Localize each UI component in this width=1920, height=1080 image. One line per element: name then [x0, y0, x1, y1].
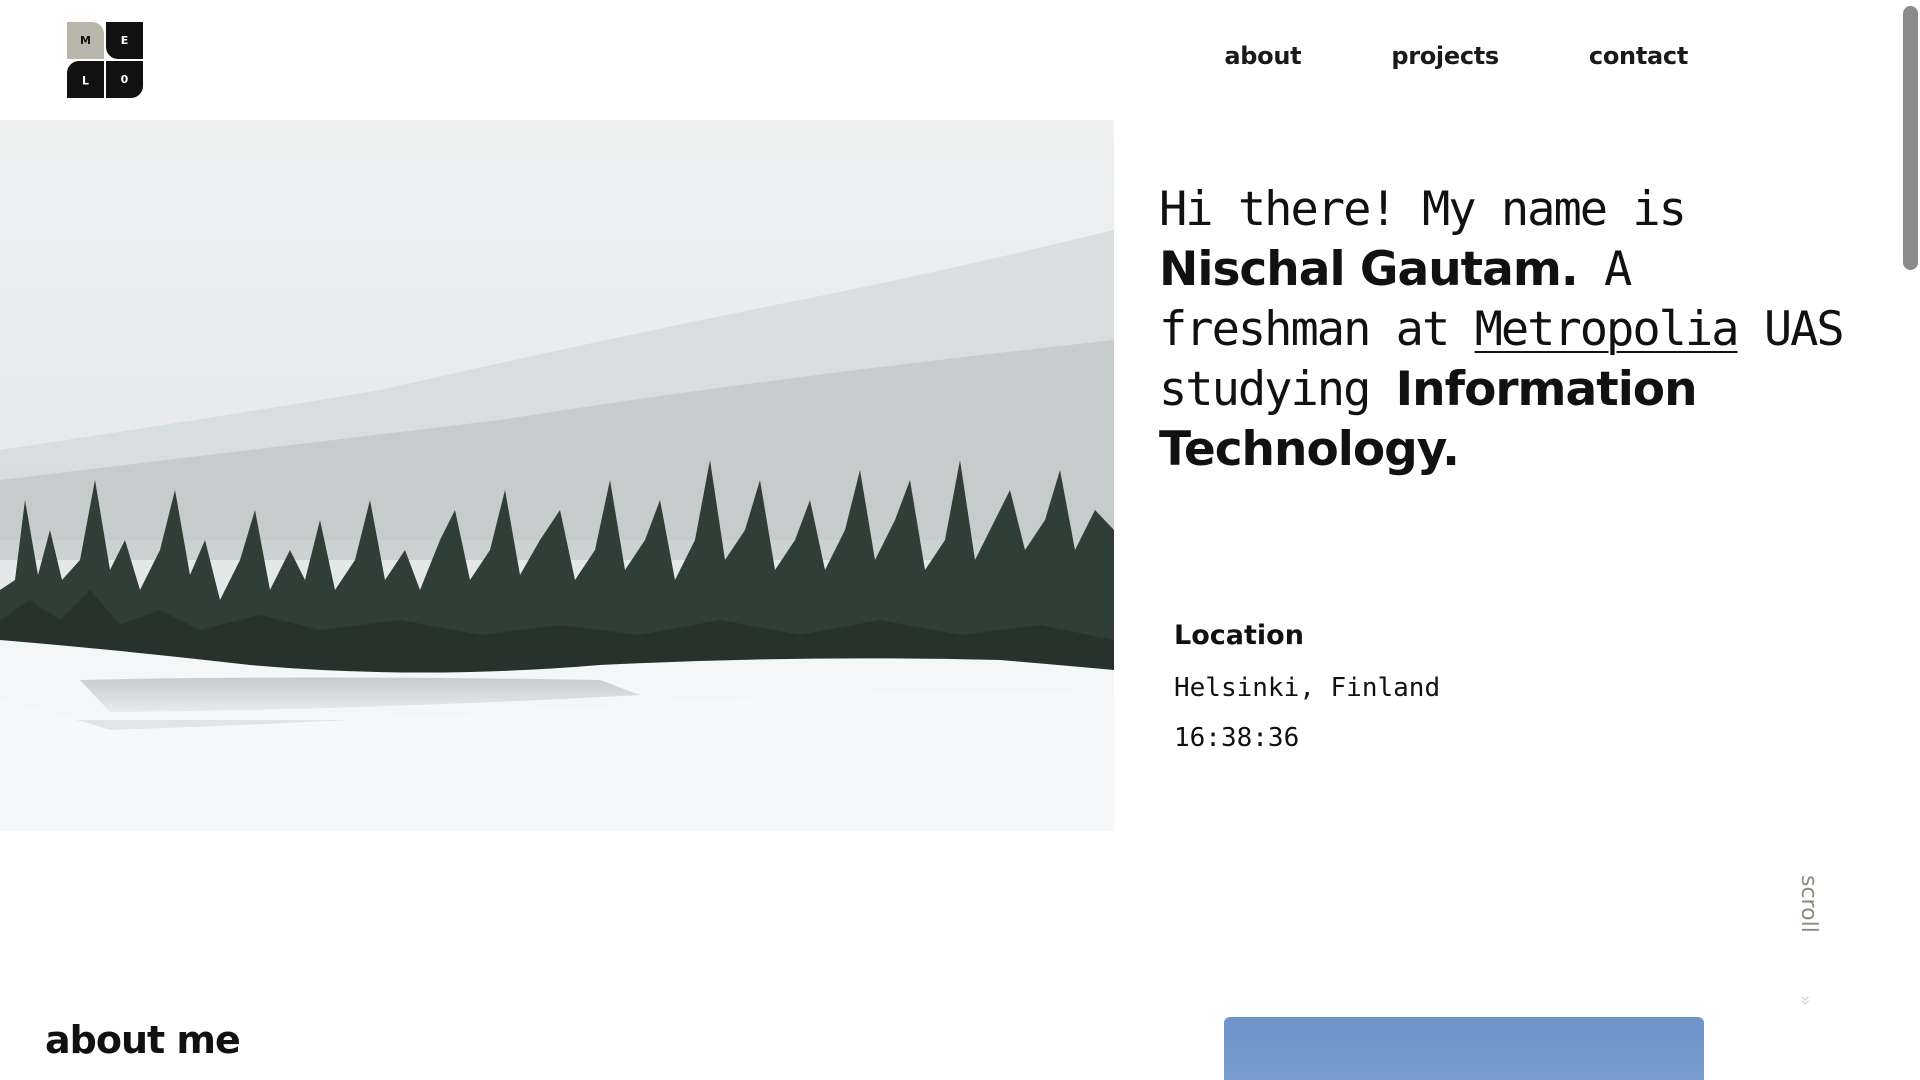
scroll-hint-label[interactable]: scroll	[1796, 875, 1821, 933]
logo-quadrant-t: ᒣ	[67, 61, 104, 98]
site-logo[interactable]: M E ᒣ 0	[67, 22, 143, 98]
snowy-forest-lake-icon	[0, 120, 1114, 831]
intro-part-1: Hi there! My name is	[1159, 182, 1687, 237]
location-block: Location Helsinki, Finland 16:38:36	[1174, 620, 1440, 753]
chevron-down-icon[interactable]: »	[1795, 995, 1816, 1006]
school-link[interactable]: Metropolia	[1475, 302, 1740, 357]
location-heading: Location	[1174, 620, 1304, 651]
nav-about-link[interactable]: about	[1224, 42, 1301, 70]
intro-name: Nischal Gautam.	[1159, 242, 1579, 297]
about-me-heading: about me	[45, 1018, 241, 1062]
nav-contact-link[interactable]: contact	[1589, 42, 1688, 70]
logo-quadrant-o: 0	[106, 61, 143, 98]
nav-projects-link[interactable]: projects	[1391, 42, 1499, 70]
about-photo-image	[1224, 1017, 1704, 1080]
main-nav: about projects contact	[1224, 42, 1688, 70]
logo-quadrant-e: E	[106, 22, 143, 59]
hero-landscape-image	[0, 120, 1114, 831]
page-scrollbar-thumb[interactable]	[1903, 6, 1918, 270]
location-time: 16:38:36	[1174, 723, 1300, 753]
page: M E ᒣ 0 about projects contact Hi there!…	[0, 0, 1920, 1080]
location-city: Helsinki, Finland	[1174, 673, 1441, 703]
intro-text: Hi there! My name is Nischal Gautam. A f…	[1159, 180, 1859, 480]
logo-quadrant-m: M	[67, 22, 104, 59]
page-scrollbar-track[interactable]	[1901, 0, 1920, 1080]
